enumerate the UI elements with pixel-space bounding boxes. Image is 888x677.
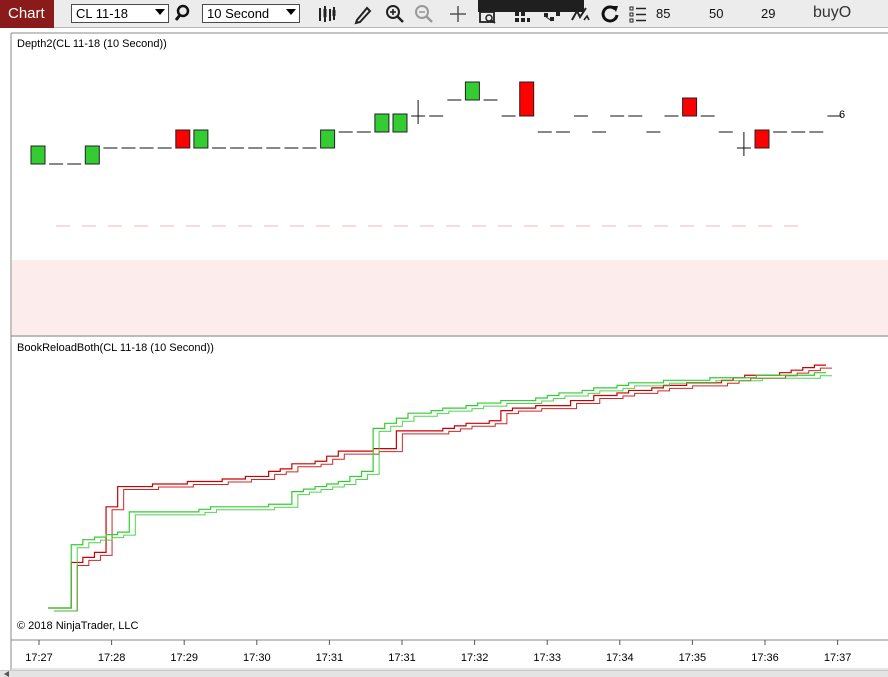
depth-bar-green xyxy=(392,113,408,133)
search-icon[interactable] xyxy=(173,3,195,25)
depth-bar-red xyxy=(519,81,535,117)
depth-bar-green xyxy=(30,145,46,165)
depth-bars xyxy=(30,81,842,165)
ninjatrader-chart-window: Chart CL 11-18 10 Second 85 50 29 buyO D… xyxy=(0,0,888,677)
time-axis-ticks xyxy=(38,640,839,645)
time-label: 17:37 xyxy=(823,652,852,664)
depth-bar-red xyxy=(175,129,191,149)
value-field-3[interactable]: 29 xyxy=(761,6,775,21)
book-panel-title: BookReloadBoth(CL 11-18 (10 Second)) xyxy=(17,342,214,354)
depth-bar-green xyxy=(374,113,390,133)
time-label: 17:36 xyxy=(751,652,779,664)
interval-select[interactable]: 10 Second xyxy=(202,4,300,23)
pencil-draw-icon[interactable] xyxy=(352,3,374,25)
zoom-in-icon[interactable] xyxy=(384,3,406,25)
time-label: 17:34 xyxy=(606,652,634,664)
chart-tab[interactable]: Chart xyxy=(0,0,54,28)
book-series-green xyxy=(48,372,826,609)
signal-icon[interactable] xyxy=(569,3,591,25)
depth-pink-zone xyxy=(12,260,888,335)
book-series-red-shadow xyxy=(54,367,832,612)
copyright-notice: © 2018 NinjaTrader, LLC xyxy=(17,620,139,632)
time-label: 17:31 xyxy=(315,652,344,664)
depth-bar-green xyxy=(84,145,100,165)
depth-panel-title: Depth2(CL 11-18 (10 Second)) xyxy=(17,38,167,50)
time-label: 17:27 xyxy=(25,652,53,664)
properties-icon[interactable] xyxy=(627,3,649,25)
value-field-2[interactable]: 50 xyxy=(709,6,723,21)
chevron-down-icon xyxy=(286,9,296,15)
strategy-label[interactable]: buyO xyxy=(813,4,851,22)
time-label: 17:31 xyxy=(388,652,416,664)
depth-bar-green xyxy=(320,129,336,149)
time-label: 17:32 xyxy=(460,652,489,664)
time-label: 17:30 xyxy=(243,652,271,664)
time-label: 17:35 xyxy=(678,652,707,664)
crosshair-icon[interactable] xyxy=(447,3,469,25)
depth-bar-red xyxy=(682,97,698,117)
interval-value: 10 Second xyxy=(207,6,270,21)
depth-count-label: 6 xyxy=(839,109,846,121)
data-box-icon[interactable] xyxy=(477,3,499,25)
value-field-1[interactable]: 85 xyxy=(656,6,670,21)
time-label: 17:28 xyxy=(97,652,126,664)
scroll-left-icon[interactable] xyxy=(4,671,9,677)
zoom-out-icon[interactable] xyxy=(413,3,435,25)
instrument-select[interactable]: CL 11-18 xyxy=(71,4,169,23)
horizontal-scrollbar[interactable] xyxy=(0,670,888,677)
reload-icon[interactable] xyxy=(599,3,621,25)
depth-bar-green xyxy=(193,129,209,149)
chart-toolbar: Chart CL 11-18 10 Second 85 50 29 buyO xyxy=(0,0,888,28)
instrument-value: CL 11-18 xyxy=(76,6,129,21)
depth-bar-red xyxy=(754,129,770,149)
depth-bar-green xyxy=(464,81,480,101)
time-label: 17:29 xyxy=(170,652,198,664)
strategies-icon[interactable] xyxy=(541,3,563,25)
order-entry-icon[interactable] xyxy=(511,3,533,25)
time-label: 17:33 xyxy=(533,652,561,664)
book-lines xyxy=(48,364,832,612)
bar-style-icon[interactable] xyxy=(316,3,338,25)
chevron-down-icon xyxy=(155,9,165,15)
